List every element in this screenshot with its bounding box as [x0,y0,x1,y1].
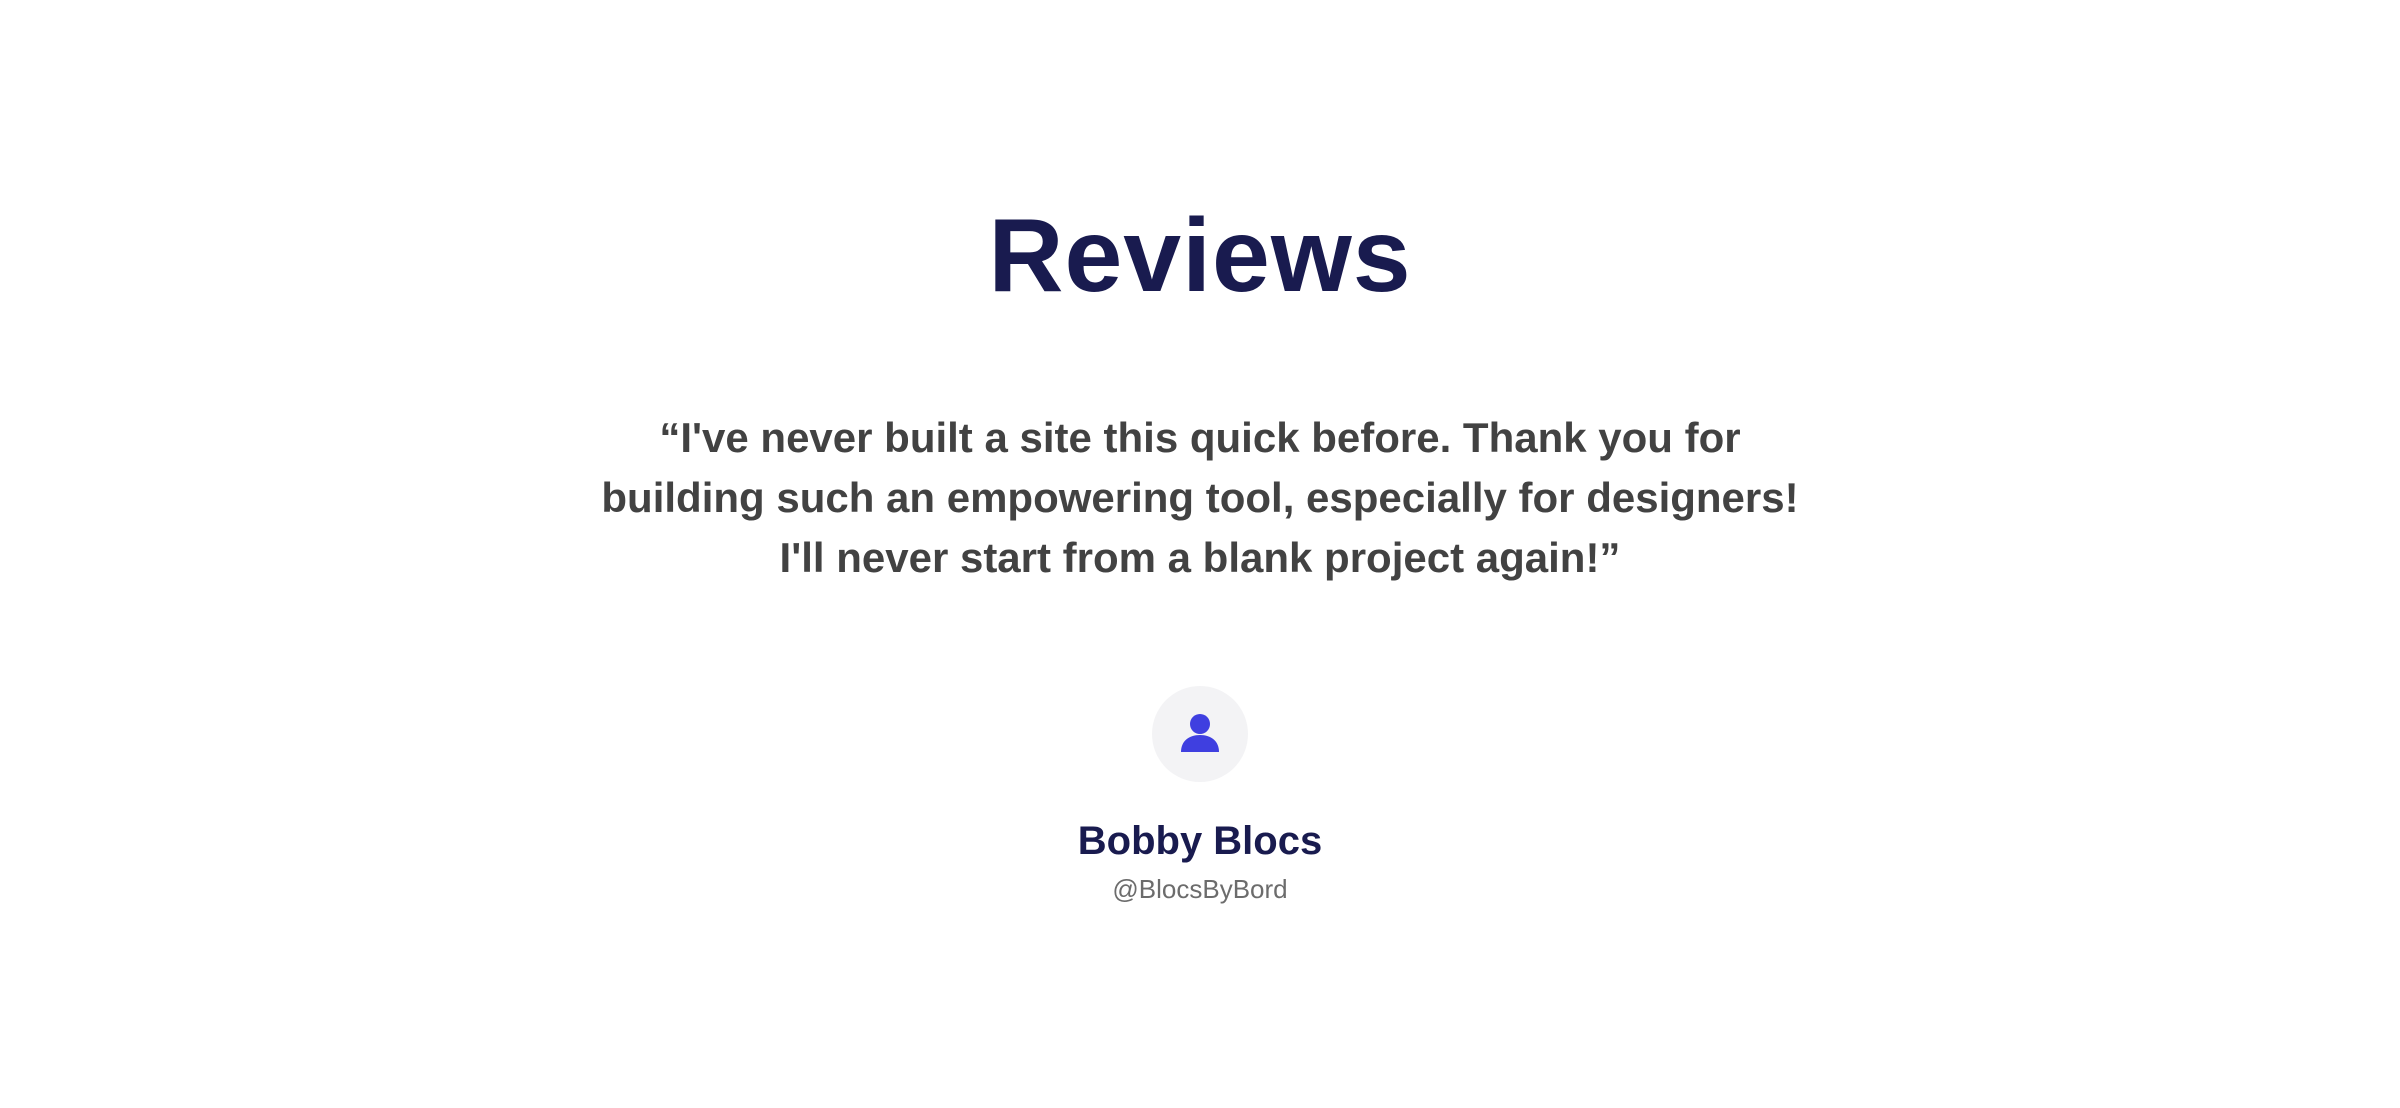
reviews-section: Reviews “I've never built a site this qu… [0,0,2400,1108]
section-title: Reviews [988,198,1412,314]
avatar [1152,686,1248,782]
user-icon [1181,714,1219,752]
author-handle: @BlocsByBord [1112,874,1288,904]
author-name: Bobby Blocs [1077,819,1323,863]
review-quote: “I've never built a site this quick befo… [601,414,1799,581]
